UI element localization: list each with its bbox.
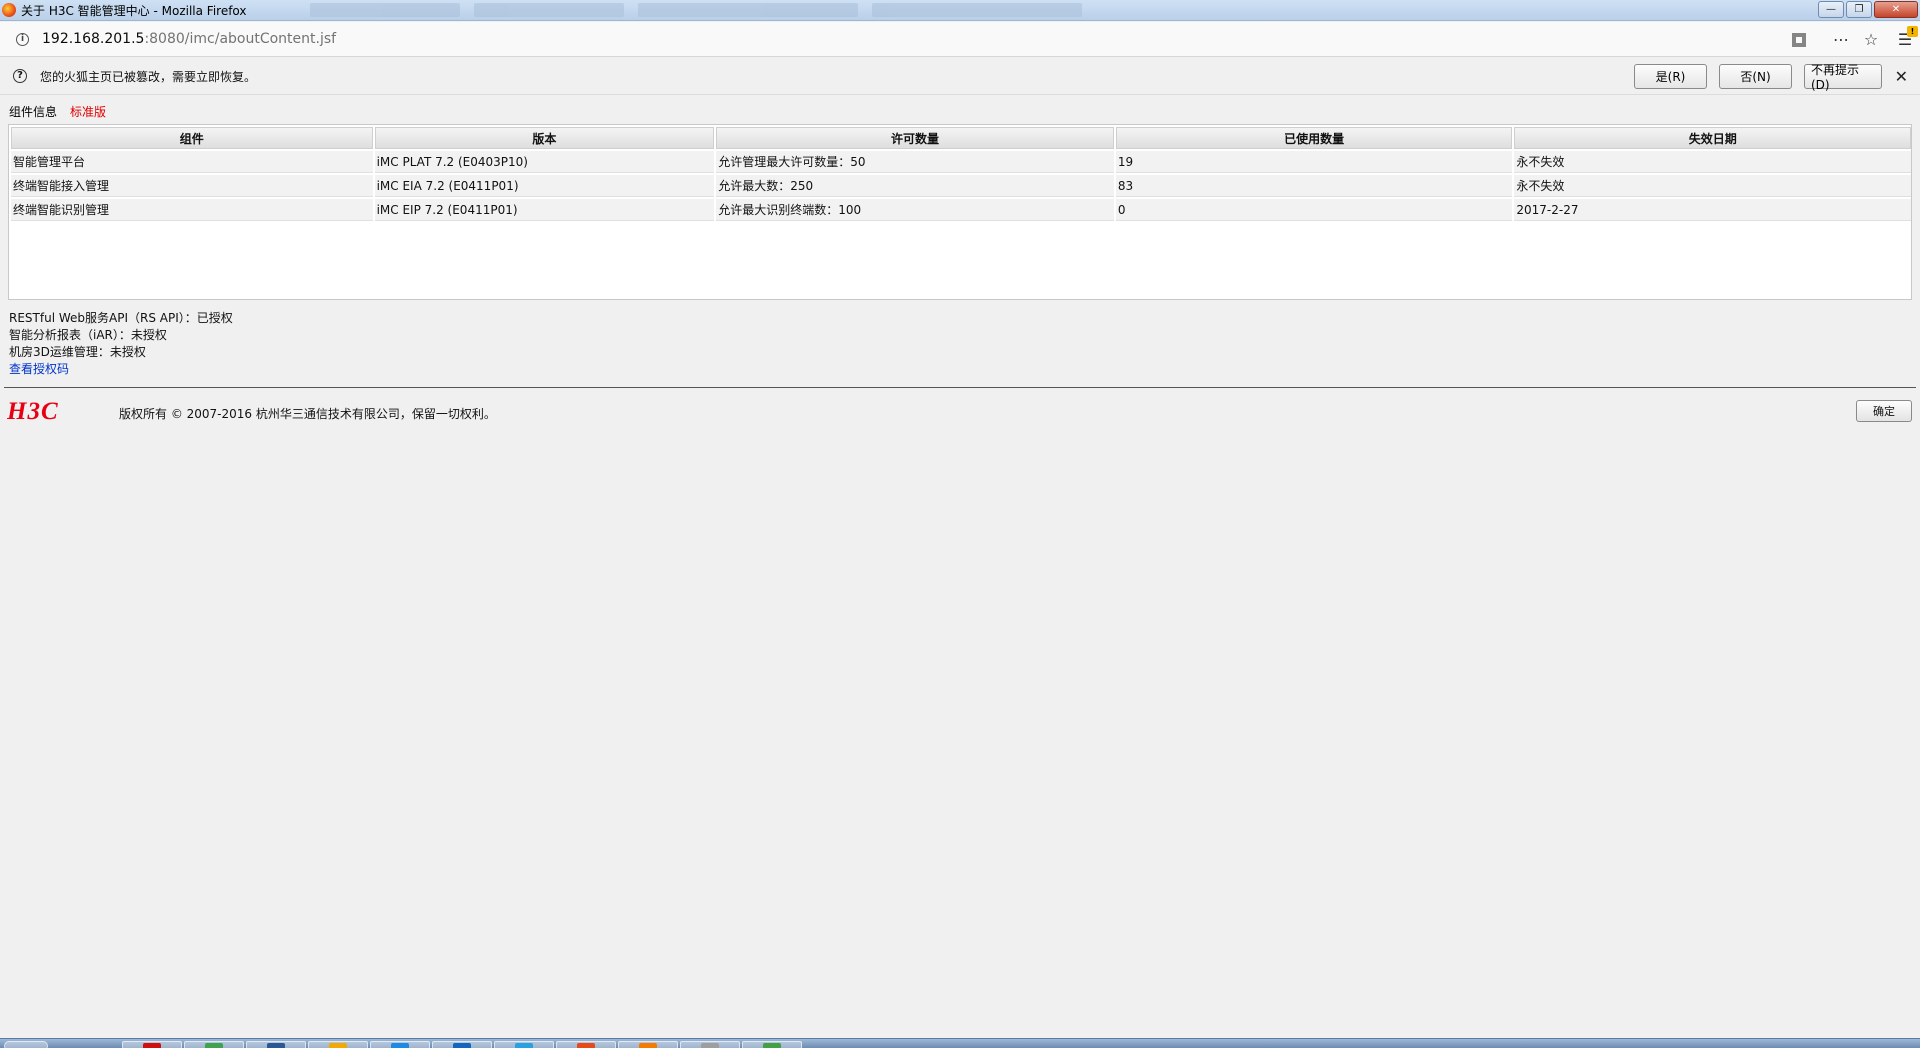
tab-components[interactable]: 组件信息 xyxy=(9,103,57,120)
license-status-list: RESTful Web服务API（RS API）：已授权 智能分析报表（iAR）… xyxy=(9,310,233,378)
question-icon: ? xyxy=(13,69,27,83)
close-icon[interactable]: ✕ xyxy=(1874,1,1918,18)
footer-divider xyxy=(4,387,1916,388)
background-windows xyxy=(310,3,1082,17)
taskbar-app[interactable] xyxy=(680,1041,740,1048)
site-info-icon[interactable]: i xyxy=(16,32,29,46)
h3c-logo: H3C xyxy=(7,398,59,422)
notification-bar: ? 您的火狐主页已被篡改，需要立即恢复。 是(R) 否(N) 不再提示(D) ✕ xyxy=(0,58,1920,95)
table-row: 智能管理平台 iMC PLAT 7.2 (E0403P10) 允许管理最大许可数… xyxy=(11,151,1911,173)
cell-expiry: 2017-2-27 xyxy=(1514,199,1911,221)
taskbar xyxy=(0,1038,1920,1048)
cell-license-count: 允许管理最大许可数量：50 xyxy=(716,151,1114,173)
taskbar-app[interactable] xyxy=(494,1041,554,1048)
maximize-icon[interactable]: ❐ xyxy=(1846,1,1872,18)
no-button[interactable]: 否(N) xyxy=(1719,64,1792,89)
minimize-icon[interactable]: — xyxy=(1818,1,1844,18)
cell-component: 终端智能识别管理 xyxy=(11,199,373,221)
window-controls: — ❐ ✕ xyxy=(1818,1,1918,18)
info-tabs: 组件信息 标准版 xyxy=(9,103,106,120)
ok-button[interactable]: 确定 xyxy=(1856,400,1912,422)
table-header-row: 组件 版本 许可数量 已使用数量 失效日期 xyxy=(11,127,1911,149)
taskbar-app[interactable] xyxy=(308,1041,368,1048)
notification-message: 您的火狐主页已被篡改，需要立即恢复。 xyxy=(40,69,257,84)
taskbar-app[interactable] xyxy=(246,1041,306,1048)
taskbar-app[interactable] xyxy=(556,1041,616,1048)
cell-version: iMC EIP 7.2 (E0411P01) xyxy=(374,199,715,221)
notification-close-icon[interactable]: ✕ xyxy=(1895,67,1908,86)
cell-version: iMC EIA 7.2 (E0411P01) xyxy=(374,175,715,197)
address-bar: i 192.168.201.5:8080/imc/aboutContent.js… xyxy=(0,22,1920,57)
view-license-code-link[interactable]: 查看授权码 xyxy=(9,361,233,378)
column-header-license-count: 许可数量 xyxy=(716,127,1114,149)
update-badge: ! xyxy=(1907,25,1918,37)
table-row: 终端智能接入管理 iMC EIA 7.2 (E0411P01) 允许最大数：25… xyxy=(11,175,1911,197)
firefox-logo-icon xyxy=(2,3,16,17)
background-window-tab xyxy=(310,3,460,17)
component-table: 组件 版本 许可数量 已使用数量 失效日期 智能管理平台 iMC PLAT 7.… xyxy=(9,125,1913,223)
taskbar-app[interactable] xyxy=(122,1041,182,1048)
window-titlebar: 关于 H3C 智能管理中心 - Mozilla Firefox — ❐ ✕ xyxy=(0,0,1920,21)
start-button[interactable] xyxy=(4,1041,48,1048)
copyright-text: 版权所有 © 2007-2016 杭州华三通信技术有限公司，保留一切权利。 xyxy=(119,407,496,421)
cell-used-count: 19 xyxy=(1115,151,1513,173)
column-header-expiry: 失效日期 xyxy=(1514,127,1911,149)
background-window-tab xyxy=(638,3,858,17)
url-field[interactable]: 192.168.201.5:8080/imc/aboutContent.jsf xyxy=(42,31,336,47)
column-header-used-count: 已使用数量 xyxy=(1115,127,1513,149)
cell-version: iMC PLAT 7.2 (E0403P10) xyxy=(374,151,715,173)
taskbar-app[interactable] xyxy=(432,1041,492,1048)
table-row: 终端智能识别管理 iMC EIP 7.2 (E0411P01) 允许最大识别终端… xyxy=(11,199,1911,221)
license-3d-datacenter: 机房3D运维管理：未授权 xyxy=(9,345,146,359)
cell-used-count: 0 xyxy=(1115,199,1513,221)
background-window-tab xyxy=(872,3,1082,17)
page-actions-icon[interactable]: ⋯ xyxy=(1826,25,1856,55)
footer: H3C 版权所有 © 2007-2016 杭州华三通信技术有限公司，保留一切权利… xyxy=(0,398,1920,426)
component-table-panel: 组件 版本 许可数量 已使用数量 失效日期 智能管理平台 iMC PLAT 7.… xyxy=(8,124,1912,300)
notification-buttons: 是(R) 否(N) 不再提示(D) xyxy=(1634,63,1882,92)
tab-edition[interactable]: 标准版 xyxy=(70,103,106,120)
cell-license-count: 允许最大识别终端数：100 xyxy=(716,199,1114,221)
qr-code-icon[interactable] xyxy=(1784,25,1814,55)
cell-expiry: 永不失效 xyxy=(1514,151,1911,173)
license-iar: 智能分析报表（iAR）：未授权 xyxy=(9,328,167,342)
background-window-tab xyxy=(474,3,624,17)
taskbar-app[interactable] xyxy=(184,1041,244,1048)
h3c-logo-text: H3C xyxy=(7,398,59,422)
taskbar-app[interactable] xyxy=(370,1041,430,1048)
column-header-version: 版本 xyxy=(374,127,715,149)
url-host: 192.168.201.5 xyxy=(42,31,145,47)
url-path: :8080/imc/aboutContent.jsf xyxy=(144,31,337,47)
cell-used-count: 83 xyxy=(1115,175,1513,197)
taskbar-app[interactable] xyxy=(618,1041,678,1048)
cell-component: 终端智能接入管理 xyxy=(11,175,373,197)
cell-component: 智能管理平台 xyxy=(11,151,373,173)
toolbar-right: ⋯ ☆ ☰! xyxy=(1784,22,1920,57)
cell-license-count: 允许最大数：250 xyxy=(716,175,1114,197)
never-show-button[interactable]: 不再提示(D) xyxy=(1804,63,1882,92)
yes-button[interactable]: 是(R) xyxy=(1634,64,1707,89)
column-header-component: 组件 xyxy=(11,127,373,149)
window-title: 关于 H3C 智能管理中心 - Mozilla Firefox xyxy=(21,3,247,18)
menu-icon[interactable]: ☰! xyxy=(1890,25,1920,55)
cell-expiry: 永不失效 xyxy=(1514,175,1911,197)
license-rs-api: RESTful Web服务API（RS API）：已授权 xyxy=(9,311,233,325)
bookmark-star-icon[interactable]: ☆ xyxy=(1856,25,1886,55)
taskbar-app[interactable] xyxy=(742,1041,802,1048)
